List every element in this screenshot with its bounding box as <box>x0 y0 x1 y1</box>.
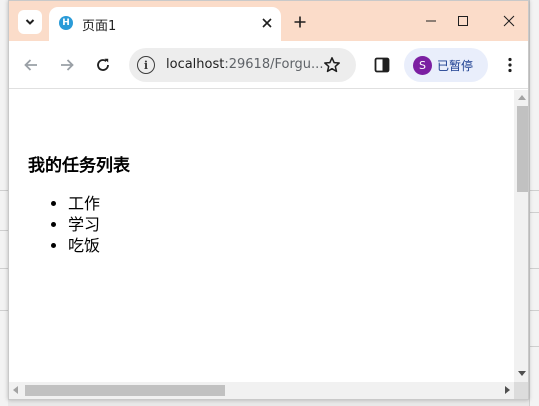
url-host: localhost <box>166 57 225 72</box>
maximize-button[interactable] <box>450 9 476 33</box>
vertical-scrollbar[interactable] <box>514 90 528 382</box>
forward-button[interactable] <box>55 53 79 77</box>
back-button[interactable] <box>19 53 43 77</box>
profile-chip[interactable]: S 已暂停 <box>404 48 488 82</box>
close-icon <box>503 15 515 27</box>
url-rest: :29618/Forgu... <box>224 57 324 72</box>
task-list: 工作 学习 吃饭 <box>49 193 100 256</box>
arrow-right-icon <box>61 59 74 71</box>
minimize-button[interactable] <box>418 9 444 33</box>
favicon-icon: H <box>59 16 73 30</box>
side-panel-button[interactable] <box>370 53 394 77</box>
window-close-button[interactable] <box>496 9 522 33</box>
tab-title: 页面1 <box>82 19 117 34</box>
tab-strip: H 页面1 <box>9 1 528 41</box>
bookmark-button[interactable] <box>322 55 342 75</box>
new-tab-button[interactable] <box>289 11 311 33</box>
background-desktop-right <box>529 0 539 406</box>
tab-search-button[interactable] <box>18 10 42 34</box>
chevron-down-icon <box>25 19 35 25</box>
tab-close-button[interactable] <box>257 13 277 33</box>
side-panel-icon <box>374 57 390 73</box>
list-item: 学习 <box>68 214 100 235</box>
address-bar[interactable]: i localhost:29618/Forgu... <box>129 48 356 82</box>
scroll-down-arrow-icon[interactable] <box>518 371 526 376</box>
list-item: 工作 <box>68 193 100 214</box>
info-icon[interactable]: i <box>137 56 155 74</box>
tab-page1[interactable]: H 页面1 <box>49 7 281 41</box>
reload-icon <box>97 58 109 71</box>
avatar: S <box>413 56 432 75</box>
reload-button[interactable] <box>91 53 115 77</box>
horizontal-scrollbar[interactable] <box>9 382 514 399</box>
scroll-right-arrow-icon[interactable] <box>505 386 510 394</box>
scroll-up-arrow-icon[interactable] <box>518 95 526 100</box>
close-icon <box>262 18 272 28</box>
scroll-left-arrow-icon[interactable] <box>13 386 18 394</box>
plus-icon <box>294 16 306 28</box>
kebab-menu-icon <box>508 57 512 73</box>
page-viewport: 我的任务列表 工作 学习 吃饭 <box>9 90 514 382</box>
maximize-icon <box>458 16 468 26</box>
url-text: localhost:29618/Forgu... <box>166 57 323 72</box>
minimize-icon <box>426 20 436 22</box>
horizontal-scroll-thumb[interactable] <box>25 385 225 396</box>
list-item: 吃饭 <box>68 235 100 256</box>
star-icon <box>324 57 340 73</box>
page-heading: 我的任务列表 <box>28 156 130 176</box>
menu-button[interactable] <box>498 53 522 77</box>
vertical-scroll-thumb[interactable] <box>517 106 528 192</box>
browser-toolbar: i localhost:29618/Forgu... S 已暂停 <box>9 41 528 89</box>
arrow-left-icon <box>24 59 37 71</box>
profile-status-label: 已暂停 <box>437 59 474 73</box>
browser-window: H 页面1 i localhost:29618/Forgu... S 已暂停 我… <box>8 0 529 400</box>
background-desktop-left <box>0 0 8 406</box>
scrollbar-corner <box>514 382 528 399</box>
